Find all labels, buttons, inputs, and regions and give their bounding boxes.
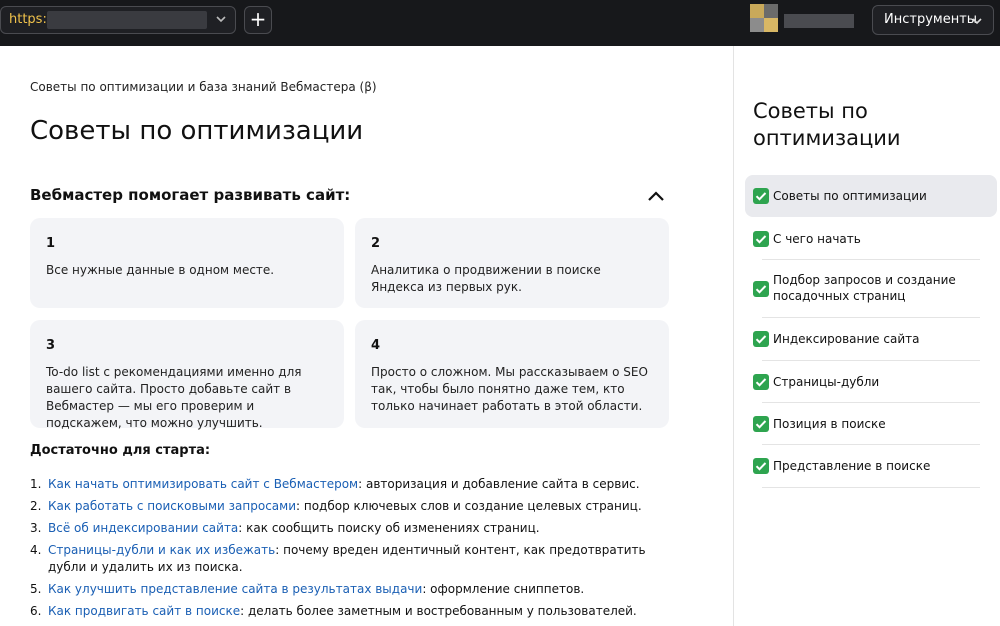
sidebar-divider bbox=[762, 487, 980, 488]
card-text: Аналитика о продвижении в поиске Яндекса… bbox=[371, 263, 601, 294]
tools-label: Инструменты bbox=[884, 12, 978, 27]
avatar[interactable] bbox=[750, 4, 860, 40]
address-bar[interactable]: https:/ bbox=[0, 6, 236, 34]
breadcrumb[interactable]: Советы по оптимизации и база знаний Вебм… bbox=[30, 80, 377, 94]
card-number: 3 bbox=[46, 338, 56, 353]
section-title: Вебмастер помогает развивать сайт: bbox=[30, 186, 351, 204]
check-icon bbox=[753, 281, 769, 297]
article-link[interactable]: Всё об индексировании сайта bbox=[48, 521, 238, 535]
sidebar-title: Советы по оптимизации bbox=[753, 99, 901, 150]
list-number: 4. bbox=[30, 543, 42, 557]
feature-card: 4 Просто о сложном. Мы рассказываем о SE… bbox=[355, 320, 669, 428]
feature-card: 3 To-do list с рекомендациями именно для… bbox=[30, 320, 344, 430]
list-number: 2. bbox=[30, 499, 42, 513]
list-item: 6. Как продвигать сайт в поиске: делать б… bbox=[30, 603, 670, 620]
url-text[interactable]: https:/ bbox=[9, 12, 51, 27]
sidebar-divider bbox=[762, 402, 980, 403]
sidebar-divider bbox=[762, 259, 980, 260]
article-link[interactable]: Как начать оптимизировать сайт с Вебмаст… bbox=[48, 477, 358, 491]
chevron-down-icon[interactable] bbox=[215, 13, 227, 25]
sidebar-divider bbox=[762, 360, 980, 361]
list-item-text: : авторизация и добавление сайта в серви… bbox=[358, 477, 640, 491]
sidebar-item-label: Страницы-дубли bbox=[773, 375, 880, 389]
list-item: 2. Как работать с поисковыми запросами: п… bbox=[30, 498, 670, 515]
article-link[interactable]: Как улучшить представление сайта в резул… bbox=[48, 582, 422, 596]
sidebar-item-getting-started[interactable]: С чего начать bbox=[745, 220, 997, 258]
sidebar-item-queries[interactable]: Подбор запросов и создание посадочных ст… bbox=[745, 261, 997, 315]
list-number: 3. bbox=[30, 521, 42, 535]
sidebar-item-optimization-tips[interactable]: Советы по оптимизации bbox=[745, 175, 997, 217]
article-link[interactable]: Как работать с поисковыми запросами bbox=[48, 499, 296, 513]
sidebar-item-label: Позиция в поиске bbox=[773, 417, 886, 431]
chevron-down-icon bbox=[972, 18, 982, 25]
check-icon bbox=[753, 374, 769, 390]
list-number: 6. bbox=[30, 604, 42, 618]
check-icon bbox=[753, 231, 769, 247]
list-item: 3. Всё об индексировании сайта: как сообщ… bbox=[30, 520, 670, 537]
feature-card: 1 Все нужные данные в одном месте. bbox=[30, 218, 344, 308]
browser-toolbar: https:/ + Инструменты bbox=[0, 0, 1000, 46]
url-redacted bbox=[47, 11, 207, 29]
list-item-text: : делать более заметным и востребованным… bbox=[240, 604, 637, 618]
list-item: 1. Как начать оптимизировать сайт с Вебма… bbox=[30, 476, 670, 493]
sidebar-divider bbox=[762, 444, 980, 445]
check-icon bbox=[753, 331, 769, 347]
page-title: Советы по оптимизации bbox=[30, 116, 364, 146]
check-icon bbox=[753, 416, 769, 432]
card-number: 2 bbox=[371, 236, 381, 251]
tools-dropdown[interactable]: Инструменты bbox=[872, 5, 994, 35]
card-text: Все нужные данные в одном месте. bbox=[46, 263, 275, 277]
feature-card: 2 Аналитика о продвижении в поиске Яндек… bbox=[355, 218, 669, 308]
sidebar-item-indexing[interactable]: Индексирование сайта bbox=[745, 319, 997, 359]
sidebar-divider bbox=[762, 317, 980, 318]
list-item: 4. Страницы-дубли и как их избежать: поче… bbox=[30, 542, 670, 576]
list-item-text: : оформление сниппетов. bbox=[422, 582, 585, 596]
list-number: 5. bbox=[30, 582, 42, 596]
article-link[interactable]: Страницы-дубли и как их избежать bbox=[48, 543, 275, 557]
main-content: Советы по оптимизации и база знаний Вебм… bbox=[0, 46, 733, 626]
chevron-up-icon[interactable] bbox=[646, 188, 666, 204]
start-title: Достаточно для старта: bbox=[30, 443, 211, 458]
card-number: 4 bbox=[371, 338, 381, 353]
check-icon bbox=[753, 188, 769, 204]
sidebar-item-position[interactable]: Позиция в поиске bbox=[745, 404, 997, 444]
new-tab-button[interactable]: + bbox=[244, 6, 272, 34]
sidebar-item-label: Подбор запросов и создание посадочных ст… bbox=[773, 273, 956, 303]
list-item-text: : как сообщить поиску об изменениях стра… bbox=[238, 521, 540, 535]
sidebar-item-label: Индексирование сайта bbox=[773, 332, 920, 346]
list-item: 5. Как улучшить представление сайта в рез… bbox=[30, 581, 670, 598]
sidebar: Советы по оптимизации Советы по оптимиза… bbox=[734, 46, 1000, 626]
start-list: 1. Как начать оптимизировать сайт с Вебма… bbox=[30, 476, 670, 625]
sidebar-item-representation[interactable]: Представление в поиске bbox=[745, 446, 997, 486]
check-icon bbox=[753, 458, 769, 474]
list-number: 1. bbox=[30, 477, 42, 491]
card-number: 1 bbox=[46, 236, 56, 251]
card-text: To-do list с рекомендациями именно для в… bbox=[46, 365, 302, 430]
sidebar-item-label: С чего начать bbox=[773, 232, 861, 246]
article-link[interactable]: Как продвигать сайт в поиске bbox=[48, 604, 240, 618]
card-text: Просто о сложном. Мы рассказываем о SEO … bbox=[371, 365, 648, 413]
sidebar-item-duplicates[interactable]: Страницы-дубли bbox=[745, 362, 997, 402]
sidebar-item-label: Советы по оптимизации bbox=[773, 189, 927, 203]
sidebar-item-label: Представление в поиске bbox=[773, 459, 931, 473]
list-item-text: : подбор ключевых слов и создание целевы… bbox=[296, 499, 642, 513]
